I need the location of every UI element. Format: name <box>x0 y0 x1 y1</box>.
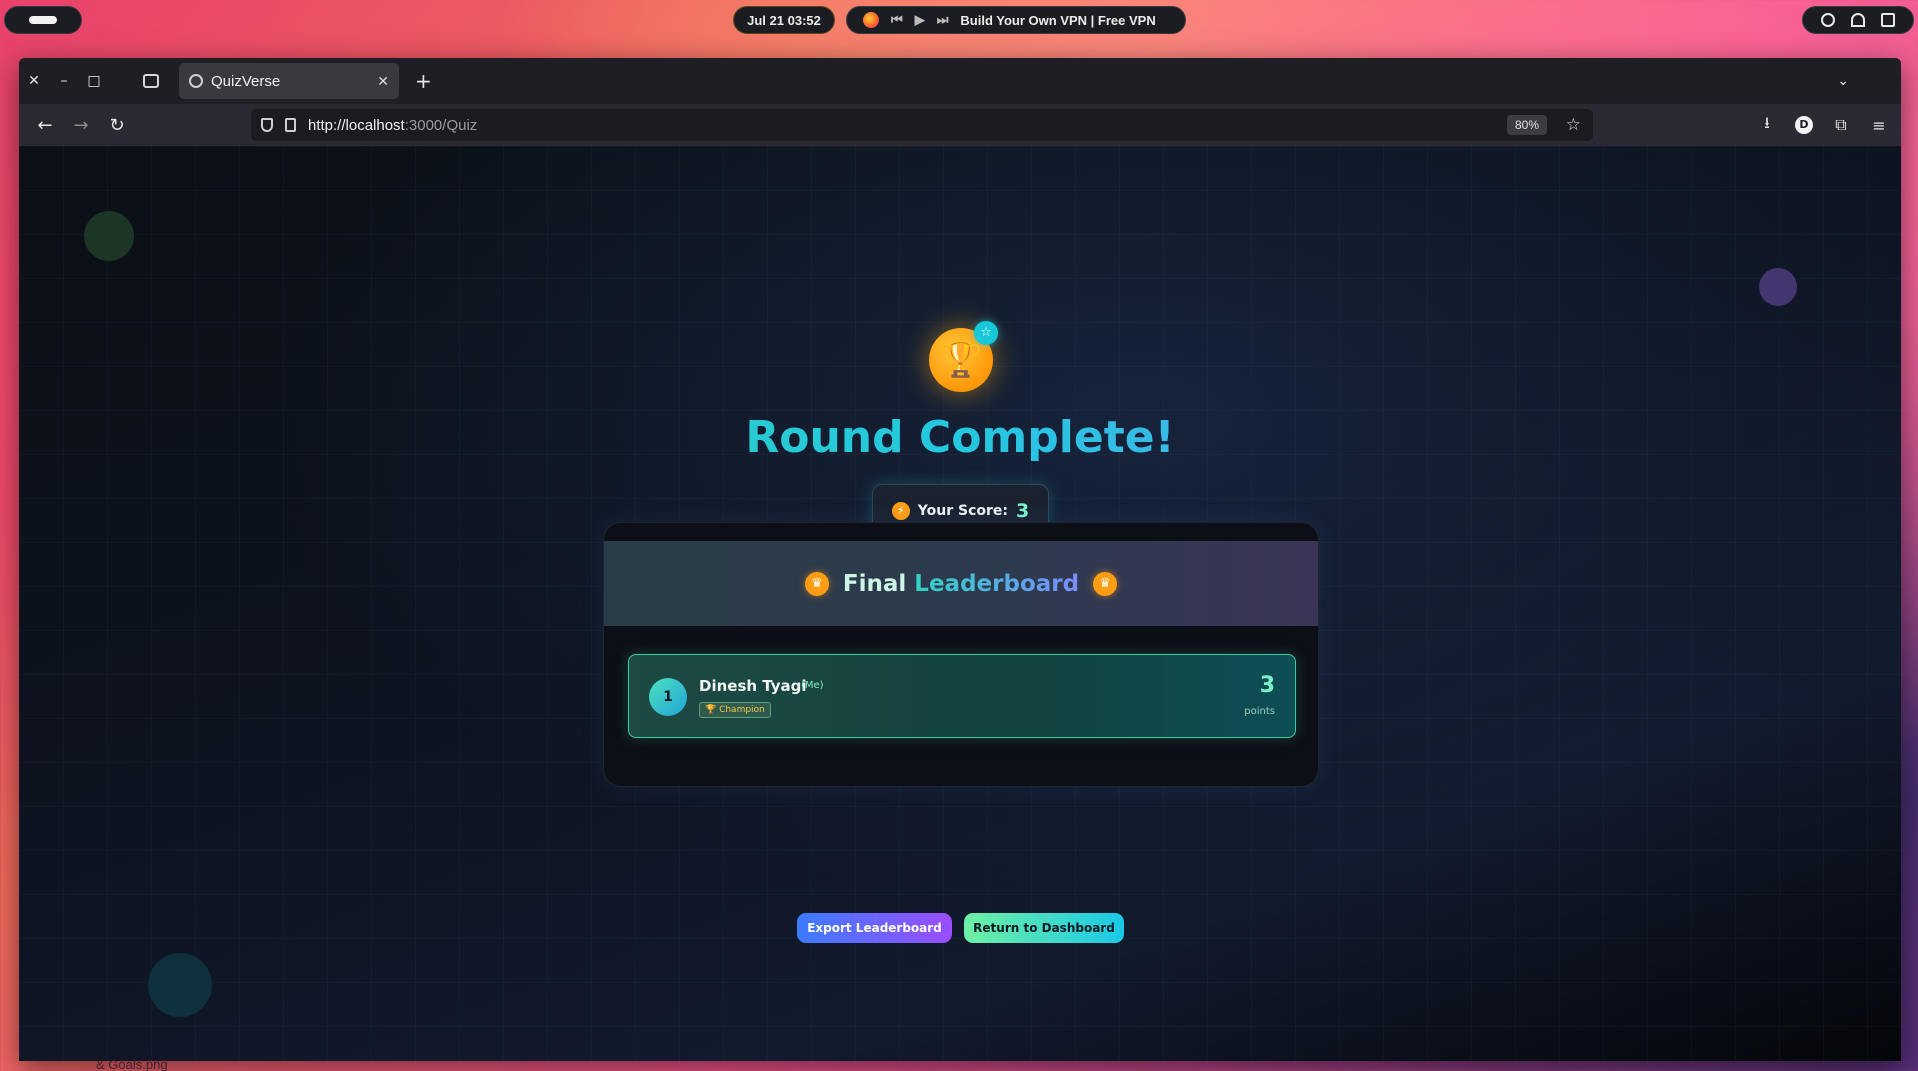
decorative-orb <box>1759 268 1797 306</box>
star-badge-icon: ☆ <box>974 321 998 345</box>
clock[interactable]: Jul 21 03:52 <box>733 6 835 34</box>
forward-icon[interactable]: → <box>63 115 99 136</box>
desktop-top-bar: Jul 21 03:52 ⏮ ▶ ⏭ Build Your Own VPN | … <box>0 0 1918 40</box>
extensions-icon[interactable]: ⧉ <box>1831 115 1851 135</box>
wifi-icon <box>1851 13 1865 27</box>
media-controls: ⏮ ▶ ⏭ Build Your Own VPN | Free VPN <box>846 6 1186 34</box>
desktop-file-label[interactable]: & Goals.png <box>96 1057 168 1071</box>
lightning-coin-icon: ⚡ <box>891 502 910 520</box>
volume-icon <box>1881 13 1895 27</box>
score-value: 3 <box>1015 500 1030 522</box>
points-label: points <box>1244 706 1275 717</box>
system-tray[interactable] <box>1802 6 1914 34</box>
quiz-results-page: 🏆 ☆ Round Complete! ⚡ Your Score: 3 ♛ Fi… <box>19 146 1901 1061</box>
leaderboard-title-accent: Leaderboard <box>914 570 1080 597</box>
maximize-window-icon[interactable]: □ <box>79 73 109 89</box>
zoom-level[interactable]: 80% <box>1506 115 1547 135</box>
minimize-window-icon[interactable]: – <box>49 73 79 89</box>
rank-badge: 1 <box>649 678 687 716</box>
next-track-icon[interactable]: ⏭ <box>937 12 949 28</box>
new-tab-icon[interactable]: + <box>415 69 432 93</box>
previous-track-icon[interactable]: ⏮ <box>891 12 903 28</box>
leaderboard-card: ♛ Final Leaderboard ♛ 1 Dinesh Tyagi (Me… <box>603 522 1319 787</box>
reload-icon[interactable]: ↻ <box>99 115 135 136</box>
list-tabs-chevron-icon[interactable]: ⌄ <box>1837 73 1849 89</box>
tab-strip: ✕ – □ QuizVerse ✕ + ⌄ <box>19 58 1901 104</box>
account-avatar[interactable]: D <box>1795 116 1813 134</box>
leaderboard-title-plain: Final <box>842 570 907 597</box>
navigation-bar: ← → ↻ http://localhost :3000/Quiz 80% ☆ … <box>19 104 1901 146</box>
decorative-orb <box>84 211 134 261</box>
export-leaderboard-button[interactable]: Export Leaderboard <box>797 913 952 943</box>
toolbar-right: ⭳ D ⧉ ≡ <box>1757 104 1889 146</box>
close-tab-icon[interactable]: ✕ <box>377 73 389 90</box>
media-title: Build Your Own VPN | Free VPN <box>960 12 1156 28</box>
decorative-orb <box>148 953 212 1017</box>
champion-badge: 🏆 Champion <box>699 702 771 718</box>
leaderboard-row: 1 Dinesh Tyagi (Me) 🏆 Champion 3 points <box>628 654 1296 738</box>
shield-icon[interactable] <box>261 118 273 132</box>
tab-favicon-icon <box>189 74 203 88</box>
round-complete-heading: Round Complete! <box>19 412 1901 463</box>
activities-button[interactable] <box>4 6 82 34</box>
tab-title: QuizVerse <box>211 72 281 90</box>
url-bar[interactable]: http://localhost :3000/Quiz 80% ☆ <box>251 109 1593 141</box>
play-icon[interactable]: ▶ <box>915 12 925 28</box>
brightness-icon <box>1821 13 1835 27</box>
player-points: 3 <box>1259 673 1275 698</box>
close-window-icon[interactable]: ✕ <box>19 73 49 89</box>
page-info-icon[interactable] <box>285 118 296 132</box>
bookmark-star-icon[interactable]: ☆ <box>1566 115 1581 135</box>
leaderboard-header: ♛ Final Leaderboard ♛ <box>604 541 1318 626</box>
tab-groups-icon[interactable] <box>143 74 159 88</box>
score-label: Your Score: <box>917 503 1008 519</box>
downloads-icon[interactable]: ⭳ <box>1757 112 1777 139</box>
tab-quizverse[interactable]: QuizVerse ✕ <box>179 63 399 99</box>
url-path: :3000/Quiz <box>404 116 478 134</box>
activities-indicator <box>29 16 57 24</box>
crown-icon: ♛ <box>1093 571 1118 596</box>
me-tag: (Me) <box>801 680 824 691</box>
back-icon[interactable]: ← <box>27 115 63 136</box>
leaderboard-title: Final Leaderboard <box>843 571 1079 597</box>
url-host: http://localhost <box>308 116 405 134</box>
clock-text: Jul 21 03:52 <box>747 12 821 28</box>
return-to-dashboard-button[interactable]: Return to Dashboard <box>964 913 1124 943</box>
player-name: Dinesh Tyagi <box>699 677 807 695</box>
menu-icon[interactable]: ≡ <box>1869 116 1889 135</box>
browser-window: ✕ – □ QuizVerse ✕ + ⌄ ← → ↻ http://local… <box>19 58 1901 1061</box>
firefox-icon <box>863 12 879 28</box>
crown-icon: ♛ <box>804 571 829 596</box>
